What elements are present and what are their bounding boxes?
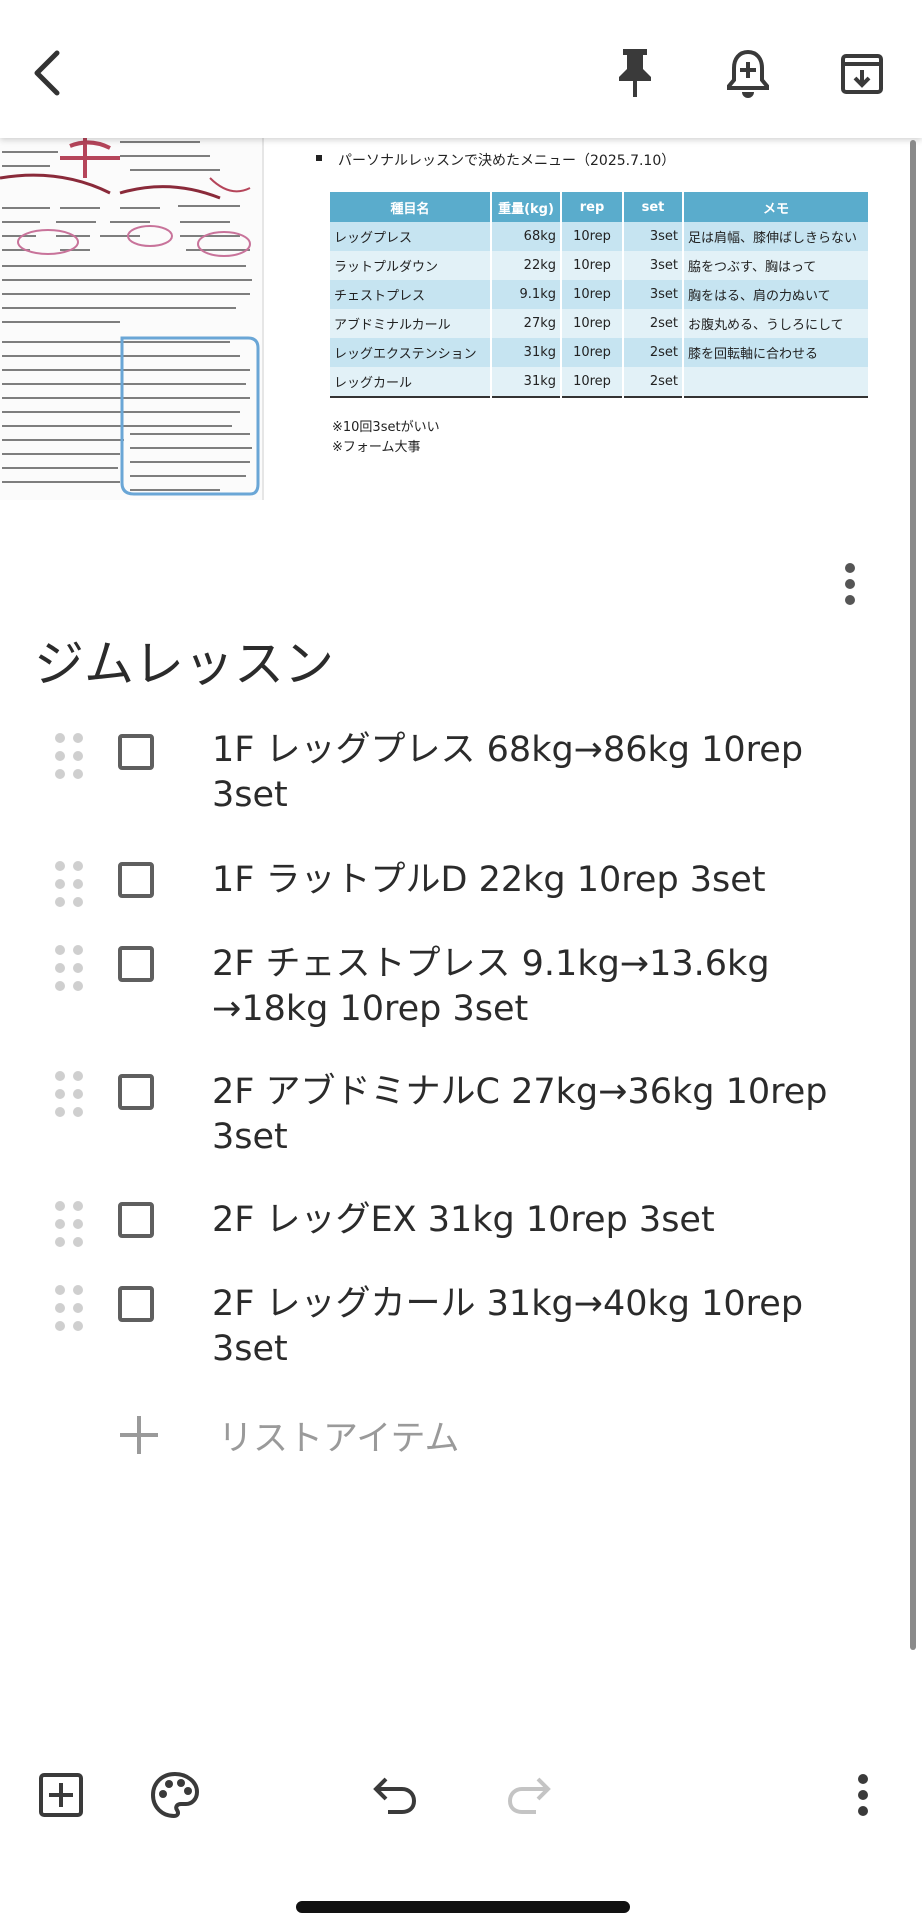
table-cell: 22kg: [491, 251, 562, 280]
handwritten-notes-drawing: [0, 138, 262, 500]
drag-handle-icon[interactable]: [54, 1284, 84, 1332]
checklist-item-text[interactable]: 2F アブドミナルC 27kg→36kg 10rep 3set: [212, 1070, 832, 1160]
table-cell: [683, 367, 870, 397]
table-cell: 9.1kg: [491, 280, 562, 309]
archive-button[interactable]: [827, 38, 897, 108]
table-cell: ラットプルダウン: [330, 251, 492, 280]
attached-images: パーソナルレッスンで決めたメニュー（2025.7.10） 種目名 重量(kg) …: [0, 138, 922, 500]
note-more-button[interactable]: [822, 548, 878, 620]
lesson-menu-image[interactable]: パーソナルレッスンで決めたメニュー（2025.7.10） 種目名 重量(kg) …: [264, 138, 922, 500]
background-options-button[interactable]: [140, 1760, 210, 1830]
table-cell: レッグプレス: [330, 222, 492, 251]
drag-handle-icon[interactable]: [54, 860, 84, 908]
drag-handle-icon[interactable]: [54, 732, 84, 780]
table-cell: 10rep: [561, 338, 624, 367]
table-cell: 胸をはる、肩の力ぬいて: [683, 280, 870, 309]
table-cell: 10rep: [561, 251, 624, 280]
note-title[interactable]: ジムレッスン: [34, 624, 334, 696]
checkbox[interactable]: [118, 1074, 154, 1110]
checklist-item-text[interactable]: 1F レッグプレス 68kg→86kg 10rep 3set: [212, 728, 832, 818]
undo-icon: [373, 1777, 417, 1814]
plus-icon: [120, 1416, 158, 1454]
checklist-item-text[interactable]: 2F レッグEX 31kg 10rep 3set: [212, 1198, 832, 1243]
table-row: レッグカール 31kg 10rep 2set: [330, 367, 870, 397]
home-indicator[interactable]: [296, 1901, 630, 1913]
table-cell: 2set: [623, 338, 684, 367]
undo-button[interactable]: [360, 1760, 430, 1830]
drag-handle-icon[interactable]: [54, 1200, 84, 1248]
table-cell: 31kg: [491, 338, 562, 367]
add-content-button[interactable]: [26, 1760, 96, 1830]
table-cell: 3set: [623, 222, 684, 251]
table-cell: 膝を回転軸に合わせる: [683, 338, 870, 367]
table-cell: 10rep: [561, 367, 624, 397]
column-header: 重量(kg): [491, 192, 562, 222]
scrollbar[interactable]: [910, 140, 916, 1650]
table-cell: 3set: [623, 251, 684, 280]
bullet-marker: [316, 155, 322, 161]
menu-heading: パーソナルレッスンで決めたメニュー（2025.7.10）: [338, 153, 676, 169]
table-row: ラットプルダウン 22kg 10rep 3set 脇をつぶす、胸はって: [330, 251, 870, 280]
checkbox[interactable]: [118, 1202, 154, 1238]
table-cell: 3set: [623, 280, 684, 309]
table-cell: チェストプレス: [330, 280, 492, 309]
table-cell: 10rep: [561, 280, 624, 309]
add-item-placeholder[interactable]: リストアイテム: [218, 1410, 460, 1461]
table-cell: 2set: [623, 367, 684, 397]
archive-icon: [841, 54, 883, 94]
back-button[interactable]: [12, 38, 82, 108]
checklist-item-text[interactable]: 2F レッグカール 31kg→40kg 10rep 3set: [212, 1282, 832, 1372]
table-cell: 10rep: [561, 309, 624, 338]
table-row: レッグエクステンション 31kg 10rep 2set 膝を回転軸に合わせる: [330, 338, 870, 367]
table-cell: レッグエクステンション: [330, 338, 492, 367]
add-list-item-row[interactable]: リストアイテム: [0, 1402, 922, 1472]
column-header: rep: [561, 192, 624, 222]
pin-button[interactable]: [600, 38, 670, 108]
column-header: メモ: [683, 192, 870, 222]
top-app-bar: [0, 0, 922, 138]
menu-table-header: 種目名 重量(kg) rep set メモ: [330, 192, 870, 222]
table-cell: 足は肩幅、膝伸ばしきらない: [683, 222, 870, 251]
pin-icon: [619, 49, 651, 97]
table-cell: 2set: [623, 309, 684, 338]
table-cell: 27kg: [491, 309, 562, 338]
redo-icon: [507, 1777, 551, 1814]
add-box-icon: [39, 1773, 83, 1817]
more-options-button[interactable]: [828, 1760, 898, 1830]
checkbox[interactable]: [118, 1286, 154, 1322]
table-cell: 68kg: [491, 222, 562, 251]
table-row: チェストプレス 9.1kg 10rep 3set 胸をはる、肩の力ぬいて: [330, 280, 870, 309]
menu-table: 種目名 重量(kg) rep set メモ レッグプレス 68kg 10rep …: [330, 192, 870, 398]
palette-icon: [150, 1771, 200, 1819]
table-row: レッグプレス 68kg 10rep 3set 足は肩幅、膝伸ばしきらない: [330, 222, 870, 251]
more-vert-icon: [845, 563, 855, 605]
menu-note: ※フォーム大事: [332, 440, 421, 455]
column-header: 種目名: [330, 192, 492, 222]
bottom-toolbar: [0, 1760, 922, 1830]
table-cell: 10rep: [561, 222, 624, 251]
reminder-button[interactable]: [713, 38, 783, 108]
redo-button[interactable]: [494, 1760, 564, 1830]
table-cell: アブドミナルカール: [330, 309, 492, 338]
checklist-item-text[interactable]: 1F ラットプルD 22kg 10rep 3set: [212, 858, 832, 903]
table-cell: レッグカール: [330, 367, 492, 397]
checkbox[interactable]: [118, 734, 154, 770]
checkbox[interactable]: [118, 946, 154, 982]
drag-handle-icon[interactable]: [54, 944, 84, 992]
more-vert-icon: [858, 1774, 868, 1816]
column-header: set: [623, 192, 684, 222]
checkbox[interactable]: [118, 862, 154, 898]
chevron-left-icon: [34, 50, 60, 96]
table-row: アブドミナルカール 27kg 10rep 2set お腹丸める、うしろにして: [330, 309, 870, 338]
table-cell: 31kg: [491, 367, 562, 397]
checklist-item-text[interactable]: 2F チェストプレス 9.1kg→13.6kg →18kg 10rep 3set: [212, 942, 832, 1032]
menu-note: ※10回3setがいい: [332, 420, 440, 435]
table-cell: 脇をつぶす、胸はって: [683, 251, 870, 280]
drag-handle-icon[interactable]: [54, 1070, 84, 1118]
handwritten-notes-image[interactable]: [0, 138, 265, 500]
add-alert-icon: [727, 49, 769, 98]
table-cell: お腹丸める、うしろにして: [683, 309, 870, 338]
